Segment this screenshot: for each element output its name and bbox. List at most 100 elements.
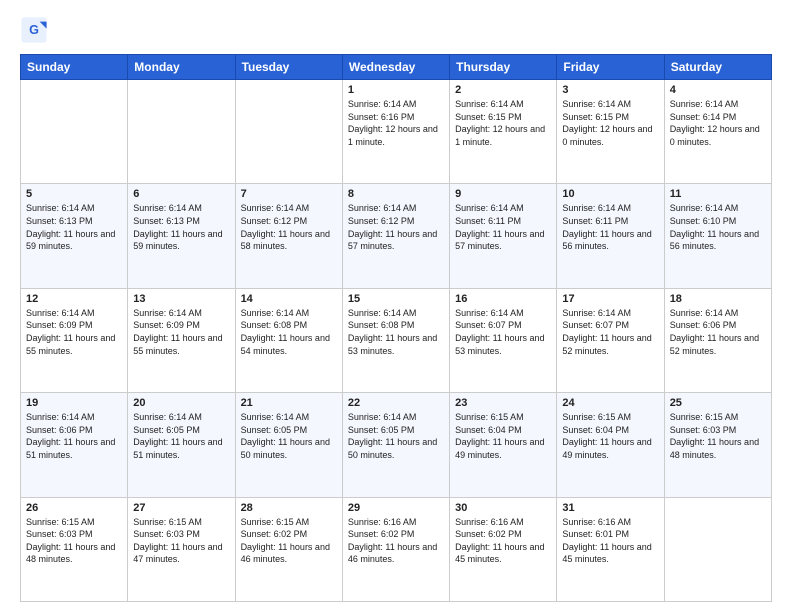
day-info: Sunrise: 6:14 AM Sunset: 6:08 PM Dayligh… xyxy=(241,307,337,357)
day-info: Sunrise: 6:14 AM Sunset: 6:12 PM Dayligh… xyxy=(348,202,444,252)
day-cell xyxy=(21,80,128,184)
day-cell: 16 Sunrise: 6:14 AM Sunset: 6:07 PM Dayli… xyxy=(450,288,557,392)
weekday-thursday: Thursday xyxy=(450,55,557,80)
day-number: 10 xyxy=(562,188,658,200)
day-number: 12 xyxy=(26,293,122,305)
day-info: Sunrise: 6:14 AM Sunset: 6:06 PM Dayligh… xyxy=(670,307,766,357)
day-info: Sunrise: 6:15 AM Sunset: 6:02 PM Dayligh… xyxy=(241,516,337,566)
day-info: Sunrise: 6:14 AM Sunset: 6:14 PM Dayligh… xyxy=(670,98,766,148)
day-number: 20 xyxy=(133,397,229,409)
day-number: 19 xyxy=(26,397,122,409)
day-cell: 17 Sunrise: 6:14 AM Sunset: 6:07 PM Dayli… xyxy=(557,288,664,392)
svg-text:G: G xyxy=(29,23,39,37)
day-info: Sunrise: 6:16 AM Sunset: 6:02 PM Dayligh… xyxy=(348,516,444,566)
day-info: Sunrise: 6:16 AM Sunset: 6:01 PM Dayligh… xyxy=(562,516,658,566)
day-cell: 25Sunrise: 6:15 AM Sunset: 6:03 PM Dayli… xyxy=(664,393,771,497)
day-number: 30 xyxy=(455,502,551,514)
day-cell: 30 Sunrise: 6:16 AM Sunset: 6:02 PM Dayli… xyxy=(450,497,557,601)
day-cell xyxy=(664,497,771,601)
day-info: Sunrise: 6:14 AM Sunset: 6:11 PM Dayligh… xyxy=(455,202,551,252)
day-info: Sunrise: 6:14 AM Sunset: 6:11 PM Dayligh… xyxy=(562,202,658,252)
day-cell: 24Sunrise: 6:15 AM Sunset: 6:04 PM Dayli… xyxy=(557,393,664,497)
day-info: Sunrise: 6:15 AM Sunset: 6:04 PM Dayligh… xyxy=(455,411,551,461)
day-number: 14 xyxy=(241,293,337,305)
day-number: 7 xyxy=(241,188,337,200)
day-info: Sunrise: 6:16 AM Sunset: 6:02 PM Dayligh… xyxy=(455,516,551,566)
day-number: 8 xyxy=(348,188,444,200)
day-number: 13 xyxy=(133,293,229,305)
day-number: 17 xyxy=(562,293,658,305)
day-cell: 3 Sunrise: 6:14 AM Sunset: 6:15 PM Daylig… xyxy=(557,80,664,184)
day-number: 15 xyxy=(348,293,444,305)
day-number: 16 xyxy=(455,293,551,305)
day-info: Sunrise: 6:14 AM Sunset: 6:15 PM Dayligh… xyxy=(562,98,658,148)
day-info: Sunrise: 6:14 AM Sunset: 6:06 PM Dayligh… xyxy=(26,411,122,461)
week-row-3: 12 Sunrise: 6:14 AM Sunset: 6:09 PM Dayli… xyxy=(21,288,772,392)
day-info: Sunrise: 6:14 AM Sunset: 6:09 PM Dayligh… xyxy=(133,307,229,357)
day-cell: 8 Sunrise: 6:14 AM Sunset: 6:12 PM Daylig… xyxy=(342,184,449,288)
day-cell: 13 Sunrise: 6:14 AM Sunset: 6:09 PM Dayli… xyxy=(128,288,235,392)
day-cell: 21Sunrise: 6:14 AM Sunset: 6:05 PM Dayli… xyxy=(235,393,342,497)
week-row-1: 1Sunrise: 6:14 AM Sunset: 6:16 PM Daylig… xyxy=(21,80,772,184)
day-number: 2 xyxy=(455,84,551,96)
day-number: 18 xyxy=(670,293,766,305)
day-cell: 11Sunrise: 6:14 AM Sunset: 6:10 PM Dayli… xyxy=(664,184,771,288)
day-cell: 1Sunrise: 6:14 AM Sunset: 6:16 PM Daylig… xyxy=(342,80,449,184)
week-row-2: 5 Sunrise: 6:14 AM Sunset: 6:13 PM Daylig… xyxy=(21,184,772,288)
week-row-5: 26 Sunrise: 6:15 AM Sunset: 6:03 PM Dayli… xyxy=(21,497,772,601)
day-info: Sunrise: 6:14 AM Sunset: 6:13 PM Dayligh… xyxy=(133,202,229,252)
day-cell: 14 Sunrise: 6:14 AM Sunset: 6:08 PM Dayli… xyxy=(235,288,342,392)
logo-icon: G xyxy=(20,16,48,44)
day-number: 9 xyxy=(455,188,551,200)
day-cell: 4 Sunrise: 6:14 AM Sunset: 6:14 PM Daylig… xyxy=(664,80,771,184)
weekday-friday: Friday xyxy=(557,55,664,80)
day-cell: 10 Sunrise: 6:14 AM Sunset: 6:11 PM Dayli… xyxy=(557,184,664,288)
day-cell: 7 Sunrise: 6:14 AM Sunset: 6:12 PM Daylig… xyxy=(235,184,342,288)
day-cell: 23 Sunrise: 6:15 AM Sunset: 6:04 PM Dayli… xyxy=(450,393,557,497)
week-row-4: 19 Sunrise: 6:14 AM Sunset: 6:06 PM Dayli… xyxy=(21,393,772,497)
day-info: Sunrise: 6:14 AM Sunset: 6:09 PM Dayligh… xyxy=(26,307,122,357)
day-info: Sunrise: 6:14 AM Sunset: 6:07 PM Dayligh… xyxy=(562,307,658,357)
weekday-header-row: SundayMondayTuesdayWednesdayThursdayFrid… xyxy=(21,55,772,80)
day-info: Sunrise: 6:14 AM Sunset: 6:08 PM Dayligh… xyxy=(348,307,444,357)
day-cell: 26 Sunrise: 6:15 AM Sunset: 6:03 PM Dayli… xyxy=(21,497,128,601)
day-number: 23 xyxy=(455,397,551,409)
day-info: Sunrise: 6:15 AM Sunset: 6:03 PM Dayligh… xyxy=(670,411,766,461)
day-info: Sunrise: 6:14 AM Sunset: 6:15 PM Dayligh… xyxy=(455,98,551,148)
day-cell: 12 Sunrise: 6:14 AM Sunset: 6:09 PM Dayli… xyxy=(21,288,128,392)
weekday-sunday: Sunday xyxy=(21,55,128,80)
day-cell xyxy=(235,80,342,184)
day-number: 4 xyxy=(670,84,766,96)
day-cell: 9 Sunrise: 6:14 AM Sunset: 6:11 PM Daylig… xyxy=(450,184,557,288)
day-info: Sunrise: 6:14 AM Sunset: 6:07 PM Dayligh… xyxy=(455,307,551,357)
calendar: SundayMondayTuesdayWednesdayThursdayFrid… xyxy=(20,54,772,602)
day-number: 26 xyxy=(26,502,122,514)
day-cell: 6 Sunrise: 6:14 AM Sunset: 6:13 PM Daylig… xyxy=(128,184,235,288)
day-number: 5 xyxy=(26,188,122,200)
day-cell: 15 Sunrise: 6:14 AM Sunset: 6:08 PM Dayli… xyxy=(342,288,449,392)
day-info: Sunrise: 6:14 AM Sunset: 6:05 PM Dayligh… xyxy=(348,411,444,461)
day-cell: 27Sunrise: 6:15 AM Sunset: 6:03 PM Dayli… xyxy=(128,497,235,601)
day-number: 29 xyxy=(348,502,444,514)
weekday-tuesday: Tuesday xyxy=(235,55,342,80)
weekday-wednesday: Wednesday xyxy=(342,55,449,80)
day-info: Sunrise: 6:15 AM Sunset: 6:03 PM Dayligh… xyxy=(26,516,122,566)
day-info: Sunrise: 6:14 AM Sunset: 6:12 PM Dayligh… xyxy=(241,202,337,252)
day-info: Sunrise: 6:14 AM Sunset: 6:10 PM Dayligh… xyxy=(670,202,766,252)
page: G SundayMondayTuesdayWednesdayThursdayFr… xyxy=(0,0,792,612)
day-cell: 2 Sunrise: 6:14 AM Sunset: 6:15 PM Daylig… xyxy=(450,80,557,184)
day-number: 28 xyxy=(241,502,337,514)
day-number: 1 xyxy=(348,84,444,96)
logo: G xyxy=(20,16,52,44)
day-number: 31 xyxy=(562,502,658,514)
day-info: Sunrise: 6:14 AM Sunset: 6:05 PM Dayligh… xyxy=(133,411,229,461)
day-cell: 22Sunrise: 6:14 AM Sunset: 6:05 PM Dayli… xyxy=(342,393,449,497)
day-cell: 20 Sunrise: 6:14 AM Sunset: 6:05 PM Dayli… xyxy=(128,393,235,497)
day-number: 21 xyxy=(241,397,337,409)
day-info: Sunrise: 6:14 AM Sunset: 6:13 PM Dayligh… xyxy=(26,202,122,252)
day-cell: 31 Sunrise: 6:16 AM Sunset: 6:01 PM Dayli… xyxy=(557,497,664,601)
day-cell: 5 Sunrise: 6:14 AM Sunset: 6:13 PM Daylig… xyxy=(21,184,128,288)
day-number: 3 xyxy=(562,84,658,96)
day-number: 6 xyxy=(133,188,229,200)
weekday-monday: Monday xyxy=(128,55,235,80)
